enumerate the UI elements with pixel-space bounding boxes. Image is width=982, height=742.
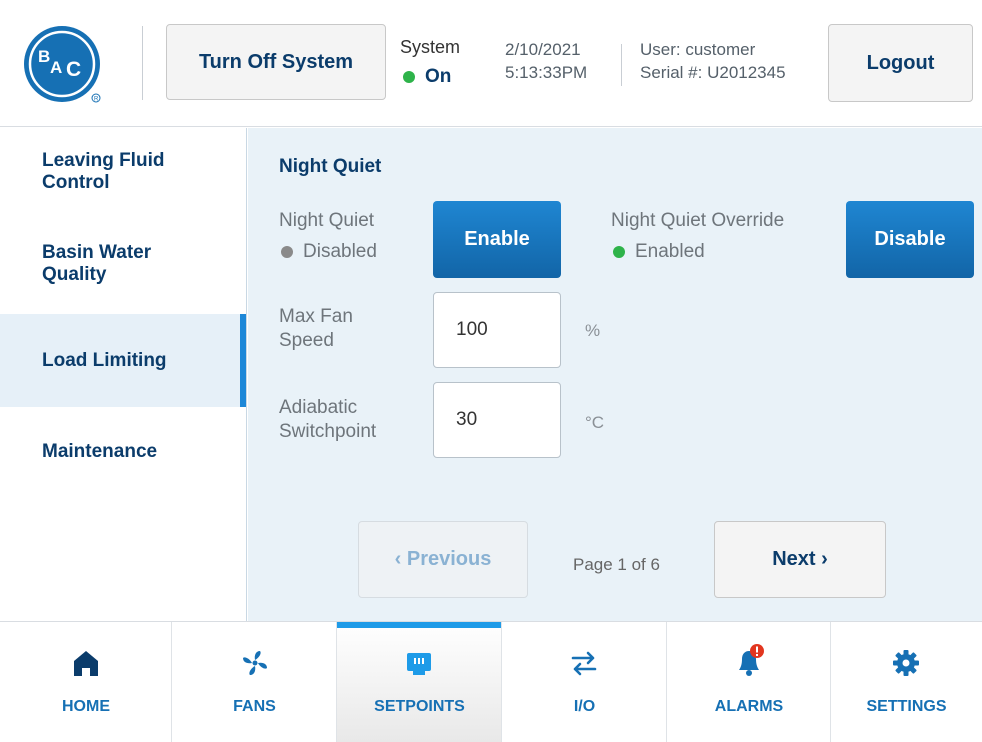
- sidebar-item-basin-water-quality[interactable]: Basin Water Quality: [0, 242, 200, 286]
- section-title: Night Quiet: [279, 156, 382, 177]
- nav-home[interactable]: HOME: [0, 622, 172, 742]
- sidebar-active-indicator: [240, 314, 246, 407]
- nav-label: I/O: [573, 698, 596, 715]
- max-fan-speed-label: Max Fan Speed: [279, 306, 353, 351]
- main-panel: Night Quiet Night Quiet Disabled Enable …: [248, 128, 982, 621]
- header-divider: [142, 26, 143, 100]
- sidebar-item-label: Load Limiting: [42, 349, 167, 371]
- nav-settings[interactable]: SETTINGS: [831, 622, 982, 742]
- disable-button[interactable]: Disable: [846, 201, 974, 278]
- header-date: 2/10/2021: [505, 40, 581, 59]
- header-time: 5:13:33PM: [505, 63, 588, 82]
- fan-icon: [243, 651, 267, 675]
- svg-text:C: C: [66, 58, 81, 81]
- night-quiet-override-status: Enabled: [613, 241, 705, 263]
- night-quiet-label: Night Quiet: [279, 210, 375, 231]
- svg-text:A: A: [50, 58, 62, 77]
- adiabatic-switchpoint-label: Adiabatic Switchpoint: [279, 397, 377, 442]
- sidebar-item-leaving-fluid-control[interactable]: Leaving Fluid Control: [0, 150, 200, 194]
- sidebar-item-maintenance[interactable]: Maintenance: [0, 441, 246, 463]
- previous-button[interactable]: ‹ Previous: [358, 521, 528, 598]
- nav-label: ALARMS: [714, 698, 784, 715]
- alarm-bell-icon: [739, 644, 764, 676]
- bac-logo: B A C R: [24, 26, 101, 103]
- system-status-text: On: [425, 66, 452, 87]
- system-label: System: [400, 37, 461, 57]
- setpoints-icon: [407, 653, 431, 675]
- nav-io[interactable]: I/O: [502, 622, 667, 742]
- header-serial: Serial #: U2012345: [640, 63, 786, 82]
- nav-label: HOME: [62, 698, 110, 715]
- nav-active-indicator: [337, 622, 501, 628]
- bottom-nav: HOME FANS SETPOINTS I/O ALARMS SETTINGS: [0, 621, 982, 742]
- nav-alarms[interactable]: ALARMS: [667, 622, 831, 742]
- adiabatic-switchpoint-input[interactable]: 30: [433, 382, 561, 458]
- header-user: User: customer: [640, 40, 756, 59]
- nav-setpoints[interactable]: SETPOINTS: [337, 622, 502, 742]
- system-status: On: [403, 66, 451, 88]
- status-green-dot-icon: [403, 71, 415, 83]
- sidebar-item-load-limiting[interactable]: Load Limiting: [0, 314, 246, 407]
- header: B A C R Turn Off System System On 2/10/2…: [0, 0, 982, 127]
- night-quiet-override-label: Night Quiet Override: [611, 210, 785, 231]
- logout-button[interactable]: Logout: [828, 24, 973, 102]
- sidebar: Leaving Fluid Control Basin Water Qualit…: [0, 128, 247, 621]
- io-arrows-icon: [571, 651, 597, 676]
- gear-icon: [893, 650, 919, 676]
- override-status-text: Enabled: [635, 241, 705, 262]
- page-indicator: Page 1 of 6: [573, 555, 660, 574]
- max-fan-speed-unit: %: [585, 321, 601, 340]
- svg-text:B: B: [38, 47, 50, 66]
- night-quiet-status-text: Disabled: [303, 241, 377, 262]
- max-fan-speed-input[interactable]: 100: [433, 292, 561, 368]
- status-green-dot-icon: [613, 246, 625, 258]
- header-divider-2: [621, 44, 622, 86]
- svg-text:R: R: [94, 97, 99, 103]
- next-button[interactable]: Next ›: [714, 521, 886, 598]
- night-quiet-status: Disabled: [281, 241, 377, 263]
- nav-label: FANS: [233, 698, 276, 715]
- turn-off-system-button[interactable]: Turn Off System: [166, 24, 386, 100]
- home-icon: [74, 651, 98, 676]
- enable-button[interactable]: Enable: [433, 201, 561, 278]
- nav-label: SETPOINTS: [374, 698, 465, 715]
- nav-fans[interactable]: FANS: [172, 622, 337, 742]
- adiabatic-switchpoint-unit: °C: [585, 413, 605, 432]
- nav-label: SETTINGS: [866, 698, 947, 715]
- status-gray-dot-icon: [281, 246, 293, 258]
